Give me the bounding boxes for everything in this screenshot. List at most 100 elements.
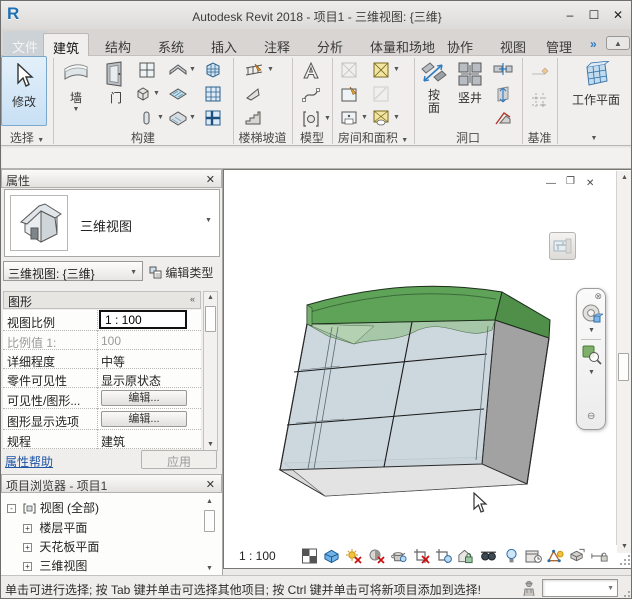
tree-label[interactable]: 楼层平面 — [39, 521, 87, 535]
analytical-model-icon[interactable] — [547, 548, 564, 564]
tab-systems[interactable]: 系统 — [149, 33, 193, 56]
model-line-button[interactable] — [302, 87, 320, 105]
tab-insert[interactable]: 插入 — [202, 33, 246, 56]
properties-header[interactable]: 属性 ✕ — [1, 169, 222, 188]
minimize-button[interactable]: – — [559, 7, 581, 23]
ramp-button[interactable] — [245, 86, 263, 104]
displace-elements-icon[interactable] — [569, 548, 586, 564]
tree-label[interactable]: 视图 (全部) — [40, 501, 99, 515]
expand-expander-icon[interactable]: + — [23, 524, 32, 533]
zoom-dropdown-icon[interactable]: ▼ — [588, 369, 595, 376]
scroll-up-icon[interactable]: ▲ — [204, 498, 215, 505]
column-dropdown-icon[interactable]: ▼ — [157, 114, 164, 121]
tab-annotate[interactable]: 注释 — [255, 33, 299, 56]
model-text-button[interactable] — [302, 62, 320, 80]
maximize-button[interactable]: ☐ — [583, 7, 605, 23]
type-selector-dropdown-icon[interactable]: ▼ — [205, 217, 212, 224]
wall-button[interactable]: 墙 ▼ — [57, 58, 95, 124]
tab-file[interactable]: 文件 — [3, 31, 47, 56]
tree-item-views-root[interactable]: - 视图 (全部) — [7, 499, 99, 516]
view-scale-button[interactable]: 1 : 100 — [239, 549, 276, 563]
curtain-system-button[interactable] — [205, 62, 223, 80]
navbar-collapse-icon[interactable]: ⊖ — [587, 411, 595, 422]
panel-label-build[interactable]: 构建 — [53, 129, 233, 144]
modify-button[interactable]: 修改 — [1, 56, 47, 126]
tag-area-button[interactable]: ▼ — [373, 110, 391, 128]
tag-area-disabled-button[interactable] — [373, 86, 391, 104]
grid-button[interactable] — [531, 92, 549, 110]
tab-overflow-chevron-icon[interactable]: » — [590, 37, 595, 51]
status-dropdown[interactable]: ▼ — [542, 579, 618, 597]
tab-collaborate[interactable]: 协作 — [438, 33, 482, 56]
properties-scrollbar[interactable]: ▲ ▼ — [203, 291, 218, 451]
minimize-ribbon-button[interactable]: ▲ — [606, 36, 630, 50]
panel-label-select[interactable]: 选择 ▼ — [1, 129, 53, 144]
lock-3d-view-icon[interactable] — [457, 548, 474, 564]
floor-button[interactable]: ▼ — [169, 110, 187, 128]
tab-view[interactable]: 视图 — [491, 33, 535, 56]
wheel-dropdown-icon[interactable]: ▼ — [588, 327, 595, 334]
close-button[interactable]: ✕ — [607, 7, 629, 23]
scroll-down-icon[interactable]: ▼ — [205, 441, 216, 448]
canvas-vertical-scrollbar[interactable]: ▲ ▼ — [616, 171, 631, 553]
drawing-area[interactable]: — ❐ ✕ — [223, 169, 632, 569]
properties-help-link[interactable]: 属性帮助 — [5, 453, 53, 470]
visibility-edit-button[interactable]: 编辑... — [101, 390, 187, 406]
visual-style-icon[interactable] — [323, 548, 340, 564]
viewcube-home-button[interactable] — [549, 232, 576, 260]
scroll-up-icon[interactable]: ▲ — [205, 294, 216, 301]
wall-dropdown-icon[interactable]: ▼ — [57, 106, 95, 113]
tab-structure[interactable]: 结构 — [96, 33, 140, 56]
tree-label[interactable]: 三维视图 — [39, 559, 87, 573]
tree-item-3d-views[interactable]: + 三维视图 — [23, 557, 87, 574]
reveal-hidden-elements-icon[interactable] — [503, 548, 520, 564]
show-crop-region-icon[interactable] — [435, 548, 452, 564]
column-button[interactable]: ▼ — [139, 110, 157, 128]
steering-wheel-icon[interactable] — [581, 303, 603, 325]
panel-label-model[interactable]: 模型 — [292, 129, 332, 144]
prop-value[interactable]: 中等 — [101, 353, 125, 370]
stairs-button[interactable] — [245, 110, 263, 128]
view-resize-grip[interactable] — [618, 553, 630, 565]
crop-view-icon[interactable] — [413, 548, 430, 564]
panel-dropdown-workplane[interactable]: ▼ — [557, 129, 631, 144]
window-button[interactable] — [139, 62, 157, 80]
room-button[interactable] — [341, 62, 359, 80]
panel-label-rooms[interactable]: 房间和面积 ▼ — [332, 129, 414, 144]
model-group-button[interactable]: ▼ — [302, 111, 320, 129]
tree-item-ceiling-plans[interactable]: + 天花板平面 — [23, 538, 99, 555]
scroll-up-icon[interactable]: ▲ — [619, 174, 630, 181]
scrollbar-thumb[interactable] — [204, 510, 215, 532]
panel-label-datum[interactable]: 基准 — [522, 129, 557, 144]
prop-value[interactable]: 显示原状态 — [101, 372, 161, 389]
tree-item-floor-plans[interactable]: + 楼层平面 — [23, 519, 87, 536]
tab-analyze[interactable]: 分析 — [308, 33, 352, 56]
scrollbar-thumb[interactable] — [205, 306, 216, 332]
collapse-expander-icon[interactable]: - — [7, 504, 16, 513]
tag-area-dropdown-icon[interactable]: ▼ — [393, 114, 400, 121]
level-button[interactable] — [531, 64, 549, 82]
view-minimize-icon[interactable]: — — [546, 178, 556, 189]
room-separator-button[interactable] — [341, 86, 359, 104]
roof-dropdown-icon[interactable]: ▼ — [189, 66, 196, 73]
tag-room-button[interactable]: ▼ — [341, 110, 359, 128]
ceiling-button[interactable] — [169, 86, 187, 104]
component-dropdown-icon[interactable]: ▼ — [153, 90, 160, 97]
tab-architecture[interactable]: 建筑 — [43, 33, 89, 56]
shaft-button[interactable]: 竖井 — [453, 58, 487, 124]
expand-expander-icon[interactable]: + — [23, 562, 32, 571]
area-dropdown-icon[interactable]: ▼ — [393, 66, 400, 73]
scroll-down-icon[interactable]: ▼ — [619, 543, 630, 550]
temporary-view-properties-icon[interactable] — [525, 548, 542, 564]
prop-value[interactable]: 建筑 — [101, 433, 125, 450]
panel-label-opening[interactable]: 洞口 — [414, 129, 522, 144]
sun-path-icon[interactable] — [345, 548, 362, 564]
mullion-button[interactable] — [205, 110, 223, 128]
view-restore-icon[interactable]: ❐ — [566, 176, 575, 187]
wall-opening-button[interactable] — [493, 62, 511, 80]
navbar-close-icon[interactable]: ⊗ — [594, 291, 602, 302]
component-button[interactable]: ▼ — [135, 86, 153, 104]
temporary-hide-isolate-icon[interactable] — [480, 548, 497, 564]
panel-label-stairs[interactable]: 楼梯坡道 — [233, 129, 292, 144]
roof-button[interactable]: ▼ — [169, 62, 187, 80]
